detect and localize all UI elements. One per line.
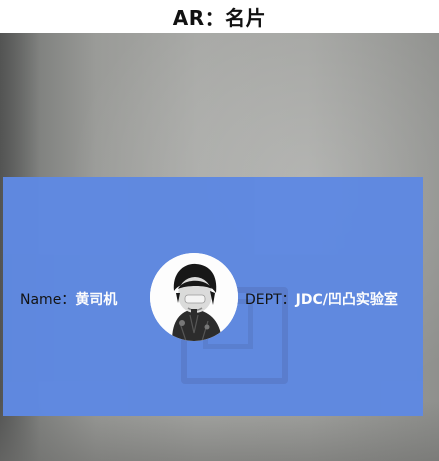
name-field: Name：黄司机 (20, 289, 117, 309)
name-key: Name： (20, 292, 76, 308)
ar-card[interactable]: Name：黄司机 DEPT：JDC/凹凸实验室 (3, 177, 423, 416)
page-title: AR：名片 (172, 6, 267, 30)
avatar[interactable] (150, 253, 238, 341)
name-value: 黄司机 (75, 292, 118, 308)
avatar-photo-icon (150, 253, 238, 341)
ar-business-card-app: AR：名片 Name：黄司机 DEPT：JDC/凹凸实验室 (0, 0, 439, 461)
dept-key: DEPT： (245, 292, 296, 308)
title-bar: AR：名片 (0, 0, 439, 33)
dept-value: JDC/凹凸实验室 (295, 292, 398, 308)
dept-field: DEPT：JDC/凹凸实验室 (245, 289, 398, 309)
camera-feed: Name：黄司机 DEPT：JDC/凹凸实验室 (0, 33, 439, 461)
